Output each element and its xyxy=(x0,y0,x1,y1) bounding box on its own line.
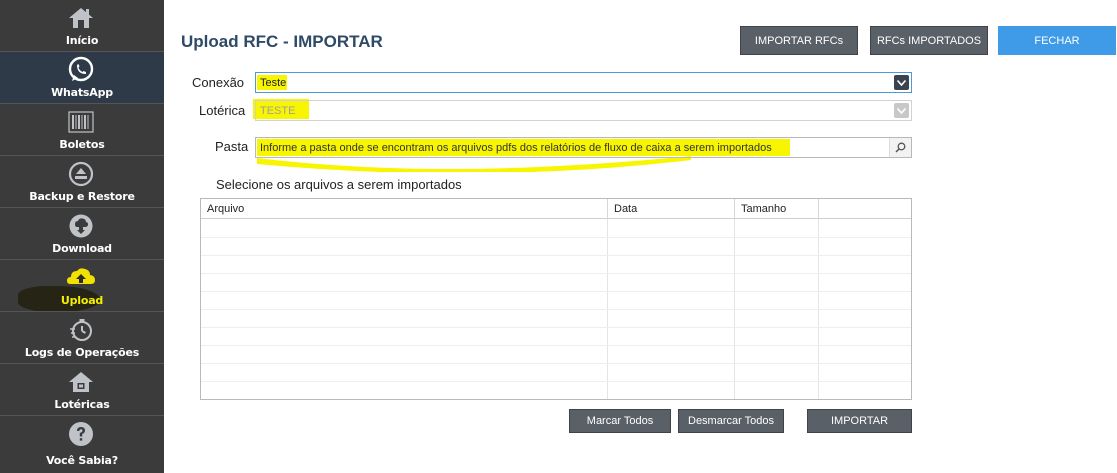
app-window: Início WhatsApp Boletos Backup e Restore xyxy=(0,0,1117,473)
loterica-label: Lotérica xyxy=(199,103,246,118)
barcode-icon xyxy=(66,108,96,136)
conexao-select[interactable]: Teste xyxy=(255,72,912,93)
sidebar-item-backup-restore[interactable]: Backup e Restore xyxy=(0,156,164,208)
row-divider xyxy=(201,327,911,328)
sidebar-item-lotericas[interactable]: Lotéricas xyxy=(0,364,164,416)
download-icon xyxy=(66,212,96,240)
row-divider xyxy=(201,273,911,274)
mark-all-button[interactable]: Marcar Todos xyxy=(569,409,671,433)
row-divider xyxy=(201,363,911,364)
sidebar-item-download[interactable]: Download xyxy=(0,208,164,260)
sidebar-item-label: Lotéricas xyxy=(54,398,110,411)
importar-button[interactable]: IMPORTAR xyxy=(807,409,912,433)
sidebar-item-upload[interactable]: Upload xyxy=(0,260,164,312)
sidebar-item-whatsapp[interactable]: WhatsApp xyxy=(0,52,164,104)
sidebar-item-label: Início xyxy=(65,34,99,47)
sidebar: Início WhatsApp Boletos Backup e Restore xyxy=(0,0,164,473)
row-divider xyxy=(201,237,911,238)
loterica-value: TESTE xyxy=(260,105,296,117)
search-icon[interactable] xyxy=(889,138,911,157)
import-rfcs-button[interactable]: IMPORTAR RFCs xyxy=(740,26,858,55)
pasta-label: Pasta xyxy=(215,139,249,154)
files-table[interactable]: Arquivo Data Tamanho xyxy=(200,198,912,400)
column-header-extra xyxy=(819,199,911,219)
sidebar-item-label: Download xyxy=(52,242,112,255)
help-icon xyxy=(66,420,96,448)
row-divider xyxy=(201,345,911,346)
files-heading: Selecione os arquivos a serem importados xyxy=(216,177,462,192)
sidebar-item-label: Upload xyxy=(60,294,104,307)
home-icon xyxy=(66,4,96,32)
row-divider xyxy=(201,255,911,256)
chevron-down-icon[interactable] xyxy=(894,103,909,118)
loterica-select[interactable]: TESTE xyxy=(255,100,912,121)
sidebar-item-label: Logs de Operações xyxy=(24,346,140,359)
sidebar-item-boletos[interactable]: Boletos xyxy=(0,104,164,156)
sidebar-item-inicio[interactable]: Início xyxy=(0,0,164,52)
row-divider xyxy=(201,291,911,292)
store-icon xyxy=(66,368,96,396)
logs-icon xyxy=(66,316,96,344)
sidebar-item-label: WhatsApp xyxy=(51,86,113,99)
conexao-label: Conexão xyxy=(192,75,245,90)
sidebar-item-label: Boletos xyxy=(59,138,105,151)
backup-icon xyxy=(66,160,96,188)
sidebar-item-logs[interactable]: Logs de Operações xyxy=(0,312,164,364)
pasta-input[interactable]: Informe a pasta onde se encontram os arq… xyxy=(255,137,912,158)
row-divider xyxy=(201,309,911,310)
imported-rfcs-button[interactable]: RFCs IMPORTADOS xyxy=(870,26,988,55)
sidebar-item-voce-sabia[interactable]: Você Sabia? xyxy=(0,416,164,473)
column-header-tamanho[interactable]: Tamanho xyxy=(735,199,819,219)
row-divider xyxy=(201,381,911,382)
pasta-placeholder: Informe a pasta onde se encontram os arq… xyxy=(260,142,772,154)
conexao-value: Teste xyxy=(260,77,287,89)
whatsapp-icon xyxy=(66,56,96,84)
sidebar-item-label: Backup e Restore xyxy=(29,190,135,203)
chevron-down-icon[interactable] xyxy=(894,75,909,90)
column-header-data[interactable]: Data xyxy=(608,199,735,219)
close-button[interactable]: FECHAR xyxy=(998,26,1116,55)
page-title: Upload RFC - IMPORTAR xyxy=(181,32,383,51)
unmark-all-button[interactable]: Desmarcar Todos xyxy=(678,409,784,433)
sidebar-item-label: Você Sabia? xyxy=(46,454,118,467)
column-header-arquivo[interactable]: Arquivo xyxy=(201,199,608,219)
upload-cloud-icon xyxy=(66,264,96,292)
